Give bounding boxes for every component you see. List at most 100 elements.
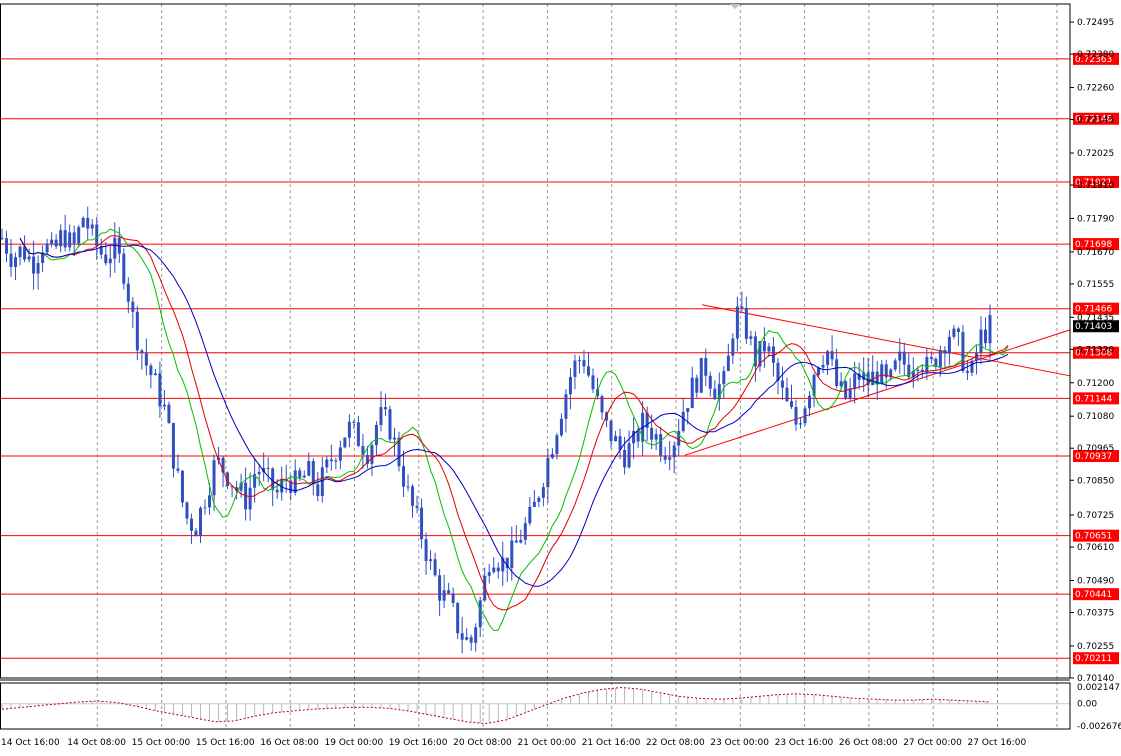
candle-body <box>564 394 568 419</box>
candle-body <box>559 418 563 436</box>
candle-body <box>194 530 198 537</box>
candle-body <box>681 411 685 432</box>
candle-body <box>248 487 252 510</box>
candle-body <box>735 306 739 339</box>
candle-body <box>943 350 947 354</box>
candle-body <box>789 401 793 408</box>
candle-body <box>537 497 541 502</box>
candle-body <box>383 407 387 410</box>
candle-body <box>456 602 460 634</box>
price-axis: 0.72495 0.72380 0.72260 0.72145 0.72025 0.719… <box>1070 18 1121 732</box>
candle-body <box>135 311 139 351</box>
candle-body <box>523 523 527 540</box>
candle-body <box>979 329 983 353</box>
candle-body <box>447 590 451 594</box>
candle-body <box>925 357 929 372</box>
candle-body <box>438 575 442 601</box>
time-tick-label: 23 Oct 16:00 <box>775 738 834 748</box>
price-tick-label: 0.72025 <box>1077 149 1114 159</box>
candle-body <box>844 381 848 399</box>
candle-body <box>929 357 933 359</box>
time-tick-label: 16 Oct 08:00 <box>260 738 319 748</box>
candle-body <box>388 409 392 440</box>
candle-body <box>257 472 261 475</box>
candle-body <box>722 371 726 385</box>
candle-body <box>334 460 338 462</box>
candle-body <box>465 637 469 640</box>
candle-body <box>586 366 590 376</box>
oscillator-signal-line <box>1 686 991 725</box>
price-tick-label: 0.71200 <box>1077 379 1114 389</box>
main-panel-border <box>0 3 1071 679</box>
oscillator-tick-label: 0.002147 <box>1077 683 1120 693</box>
current-price-label: 0.71403 <box>1075 322 1112 332</box>
time-tick-label: 27 Oct 16:00 <box>968 738 1027 748</box>
candle-body <box>573 360 577 377</box>
time-tick-label: 15 Oct 00:00 <box>132 738 191 748</box>
candle-body <box>627 443 631 468</box>
candle-body <box>532 501 536 507</box>
time-tick-label: 22 Oct 08:00 <box>646 738 705 748</box>
candle-body <box>514 540 518 543</box>
candle-body <box>379 407 383 426</box>
candle-body <box>740 306 744 309</box>
candle-body <box>614 436 618 442</box>
time-tick-label: 23 Oct 00:00 <box>710 738 769 748</box>
candle-body <box>180 470 184 503</box>
support-resistance-levels: 0.723630.721480.719210.716980.714660.713… <box>0 52 1119 665</box>
candle-body <box>329 459 333 462</box>
candle-body <box>325 459 329 468</box>
price-chart[interactable]: 0.723630.721480.719210.716980.714660.713… <box>0 0 1121 756</box>
candle-body <box>794 407 798 425</box>
candle-body <box>266 467 270 469</box>
candle-body <box>352 421 356 423</box>
candle-body <box>433 559 437 576</box>
candle-body <box>81 217 85 228</box>
candle-body <box>650 427 654 440</box>
candle-body <box>402 466 406 487</box>
price-tick-label: 0.70725 <box>1077 511 1114 521</box>
candle-body <box>555 435 559 455</box>
candle-body <box>902 351 906 365</box>
time-tick-label: 26 Oct 08:00 <box>839 738 898 748</box>
price-tick-label: 0.71555 <box>1077 280 1114 290</box>
candle-body <box>63 230 67 248</box>
candle-body <box>893 360 897 370</box>
candle-body <box>528 506 532 524</box>
candle-body <box>420 507 424 540</box>
candle-body <box>830 351 834 360</box>
candle-body <box>749 336 753 339</box>
time-tick-label: 19 Oct 16:00 <box>389 738 448 748</box>
candle-body <box>149 365 153 376</box>
time-tick-label: 19 Oct 00:00 <box>325 738 384 748</box>
candle-body <box>271 468 275 490</box>
candle-body <box>853 373 857 389</box>
price-tick-label: 0.72145 <box>1077 116 1114 126</box>
candle-body <box>668 457 672 460</box>
price-tick-label: 0.72380 <box>1077 50 1114 60</box>
oscillator-tick-label: 0.00 <box>1077 700 1097 710</box>
candle-body <box>370 445 374 464</box>
candle-body <box>550 454 554 458</box>
candle-body <box>541 487 545 498</box>
candle-body <box>442 590 446 601</box>
candle-body <box>600 396 604 413</box>
candle-body <box>275 489 279 493</box>
time-tick-label: 21 Oct 16:00 <box>582 738 641 748</box>
level-label: 0.70211 <box>1075 654 1112 664</box>
candle-body <box>704 357 708 376</box>
candle-body <box>343 437 347 448</box>
candle-body <box>411 486 415 506</box>
candle-body <box>663 455 667 460</box>
time-tick-label: 27 Oct 00:00 <box>903 738 962 748</box>
ma-fast-line <box>19 228 1009 632</box>
candle-body <box>59 230 63 247</box>
candle-body <box>713 388 717 400</box>
candle-body <box>956 328 960 333</box>
candle-body <box>672 445 676 458</box>
candle-body <box>699 357 703 393</box>
candle-body <box>970 360 974 373</box>
candle-body <box>546 457 550 488</box>
candle-body <box>785 387 789 402</box>
candle-body <box>122 253 126 284</box>
